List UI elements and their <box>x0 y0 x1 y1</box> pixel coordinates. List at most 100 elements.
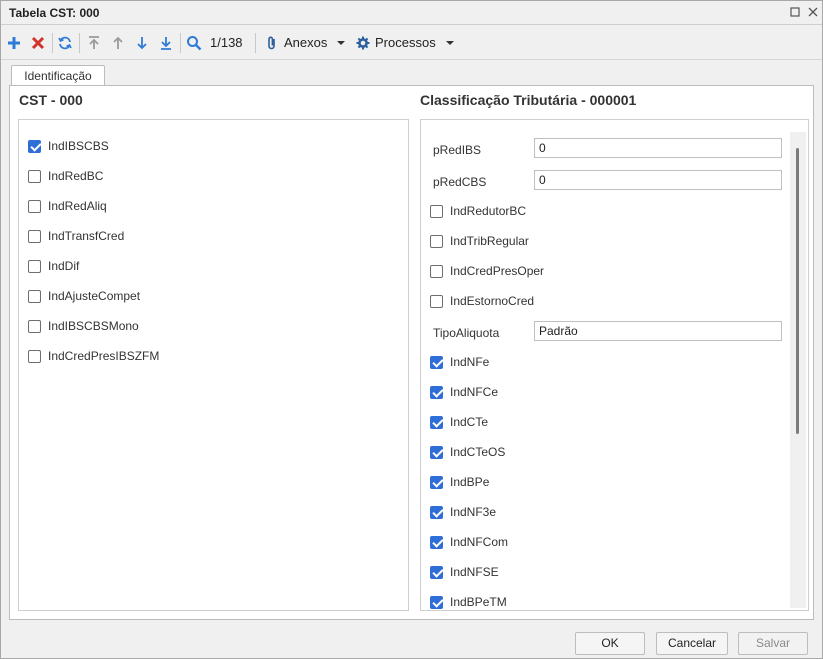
classificacao-panel: pRedIBS 0 pRedCBS 0 IndRedutorBC IndTribR… <box>420 119 809 611</box>
checkbox-checked-icon[interactable] <box>430 535 443 549</box>
checkbox-indcredpresibszfm[interactable]: IndCredPresIBSZFM <box>28 347 159 365</box>
checkbox-unchecked-icon[interactable] <box>430 204 443 218</box>
last-record-button[interactable] <box>158 33 174 53</box>
checkbox-indestornocred[interactable]: IndEstornoCred <box>430 292 534 310</box>
arrow-down-icon <box>137 37 147 50</box>
checkbox-indbpe[interactable]: IndBPe <box>430 473 489 491</box>
checkbox-label: IndCTe <box>450 415 489 429</box>
paperclip-icon <box>268 36 275 50</box>
toolbar-separator <box>255 33 256 53</box>
checkbox-label: IndBPe <box>450 475 490 489</box>
close-icon[interactable] <box>805 4 821 20</box>
checkbox-checked-icon[interactable] <box>430 475 443 489</box>
checkbox-indnf3e[interactable]: IndNF3e <box>430 503 496 521</box>
anexos-label: Anexos <box>284 35 328 50</box>
next-record-button[interactable] <box>134 33 150 53</box>
refresh-button[interactable] <box>57 33 73 53</box>
checkbox-indnfe[interactable]: IndNFe <box>430 353 489 371</box>
checkbox-indredutorbc[interactable]: IndRedutorBC <box>430 202 526 220</box>
checkbox-checked-icon[interactable] <box>28 139 41 153</box>
checkbox-indcte[interactable]: IndCTe <box>430 413 488 431</box>
checkbox-label: IndDif <box>48 259 80 273</box>
checkbox-unchecked-icon[interactable] <box>28 319 41 333</box>
toolbar-separator <box>79 33 80 53</box>
delete-button[interactable] <box>30 33 46 53</box>
checkbox-indtransfcred[interactable]: IndTransfCred <box>28 227 124 245</box>
dialog-window: Tabela CST: 000 1/138 Anexos Processos I… <box>0 0 823 659</box>
checkbox-label: IndNFe <box>450 355 490 369</box>
checkbox-label: IndCredPresOper <box>450 264 545 278</box>
checkbox-indnfcom[interactable]: IndNFCom <box>430 533 508 551</box>
refresh-icon <box>58 36 72 50</box>
checkbox-indredbc[interactable]: IndRedBC <box>28 167 103 185</box>
toolbar-separator <box>180 33 181 53</box>
anexos-menu[interactable]: Anexos <box>265 33 346 53</box>
checkbox-checked-icon[interactable] <box>430 445 443 459</box>
checkbox-checked-icon[interactable] <box>430 385 443 399</box>
checkbox-label: IndIBSCBS <box>48 139 109 153</box>
checkbox-checked-icon[interactable] <box>430 505 443 519</box>
checkbox-unchecked-icon[interactable] <box>28 349 41 363</box>
first-record-button[interactable] <box>86 33 102 53</box>
vertical-scrollbar[interactable] <box>790 132 806 608</box>
checkbox-label: IndAjusteCompet <box>48 289 141 303</box>
checkbox-unchecked-icon[interactable] <box>28 229 41 243</box>
cst-panel: IndIBSCBS IndRedBC IndRedAliq IndTransfCred… <box>18 119 409 611</box>
checkbox-label: IndRedBC <box>48 169 104 183</box>
checkbox-unchecked-icon[interactable] <box>430 264 443 278</box>
checkbox-unchecked-icon[interactable] <box>430 234 443 248</box>
tipoaliquota-label: TipoAliquota <box>433 326 500 340</box>
search-button[interactable] <box>186 33 202 53</box>
arrow-up-icon <box>113 36 123 49</box>
checkbox-indcredpresoper[interactable]: IndCredPresOper <box>430 262 544 280</box>
checkbox-label: IndCTeOS <box>450 445 506 459</box>
checkbox-checked-icon[interactable] <box>430 595 443 609</box>
processos-menu[interactable]: Processos <box>356 33 455 53</box>
tab-identificacao[interactable]: Identificação <box>11 65 105 86</box>
checkbox-unchecked-icon[interactable] <box>28 199 41 213</box>
search-icon <box>187 36 202 51</box>
maximize-icon[interactable] <box>787 4 803 20</box>
checkbox-unchecked-icon[interactable] <box>28 169 41 183</box>
pRedIBS-input[interactable]: 0 <box>534 138 782 158</box>
ok-button[interactable]: OK <box>575 632 645 655</box>
add-button[interactable] <box>6 33 22 53</box>
checkbox-indnfse[interactable]: IndNFSE <box>430 563 499 581</box>
delete-x-icon <box>31 36 45 50</box>
checkbox-label: IndTribRegular <box>450 234 529 248</box>
scrollbar-thumb[interactable] <box>796 148 799 434</box>
checkbox-label: IndEstornoCred <box>450 294 535 308</box>
checkbox-indibscbs[interactable]: IndIBSCBS <box>28 137 109 155</box>
save-button[interactable]: Salvar <box>738 632 808 655</box>
pRedCBS-label: pRedCBS <box>433 175 487 189</box>
cancel-button[interactable]: Cancelar <box>656 632 728 655</box>
checkbox-checked-icon[interactable] <box>430 415 443 429</box>
checkbox-inddif[interactable]: IndDif <box>28 257 79 275</box>
record-counter: 1/138 <box>210 35 243 50</box>
checkbox-unchecked-icon[interactable] <box>28 289 41 303</box>
checkbox-indbpetm[interactable]: IndBPeTM <box>430 593 507 610</box>
tab-content: CST - 000 Classificação Tributária - 000… <box>9 85 814 620</box>
previous-record-button[interactable] <box>110 33 126 53</box>
checkbox-indnfce[interactable]: IndNFCe <box>430 383 498 401</box>
title-bar: Tabela CST: 000 <box>1 1 822 25</box>
gear-icon <box>356 36 370 50</box>
checkbox-indajustecompet[interactable]: IndAjusteCompet <box>28 287 140 305</box>
pRedCBS-input[interactable]: 0 <box>534 170 782 190</box>
checkbox-label: IndNFSE <box>450 565 499 579</box>
checkbox-indtribregular[interactable]: IndTribRegular <box>430 232 529 250</box>
chevron-down-icon <box>445 41 454 45</box>
chevron-down-icon <box>337 41 346 45</box>
checkbox-indibscbsmono[interactable]: IndIBSCBSMono <box>28 317 139 335</box>
checkbox-checked-icon[interactable] <box>430 355 443 369</box>
checkbox-indcteos[interactable]: IndCTeOS <box>430 443 505 461</box>
arrow-last-icon <box>161 37 171 50</box>
checkbox-unchecked-icon[interactable] <box>28 259 41 273</box>
checkbox-label: IndCredPresIBSZFM <box>48 349 160 363</box>
checkbox-label: IndNF3e <box>450 505 497 519</box>
toolbar: 1/138 Anexos Processos <box>1 26 822 60</box>
checkbox-unchecked-icon[interactable] <box>430 294 443 308</box>
tipoaliquota-input[interactable]: Padrão <box>534 321 782 341</box>
checkbox-indredaliq[interactable]: IndRedAliq <box>28 197 107 215</box>
checkbox-checked-icon[interactable] <box>430 565 443 579</box>
